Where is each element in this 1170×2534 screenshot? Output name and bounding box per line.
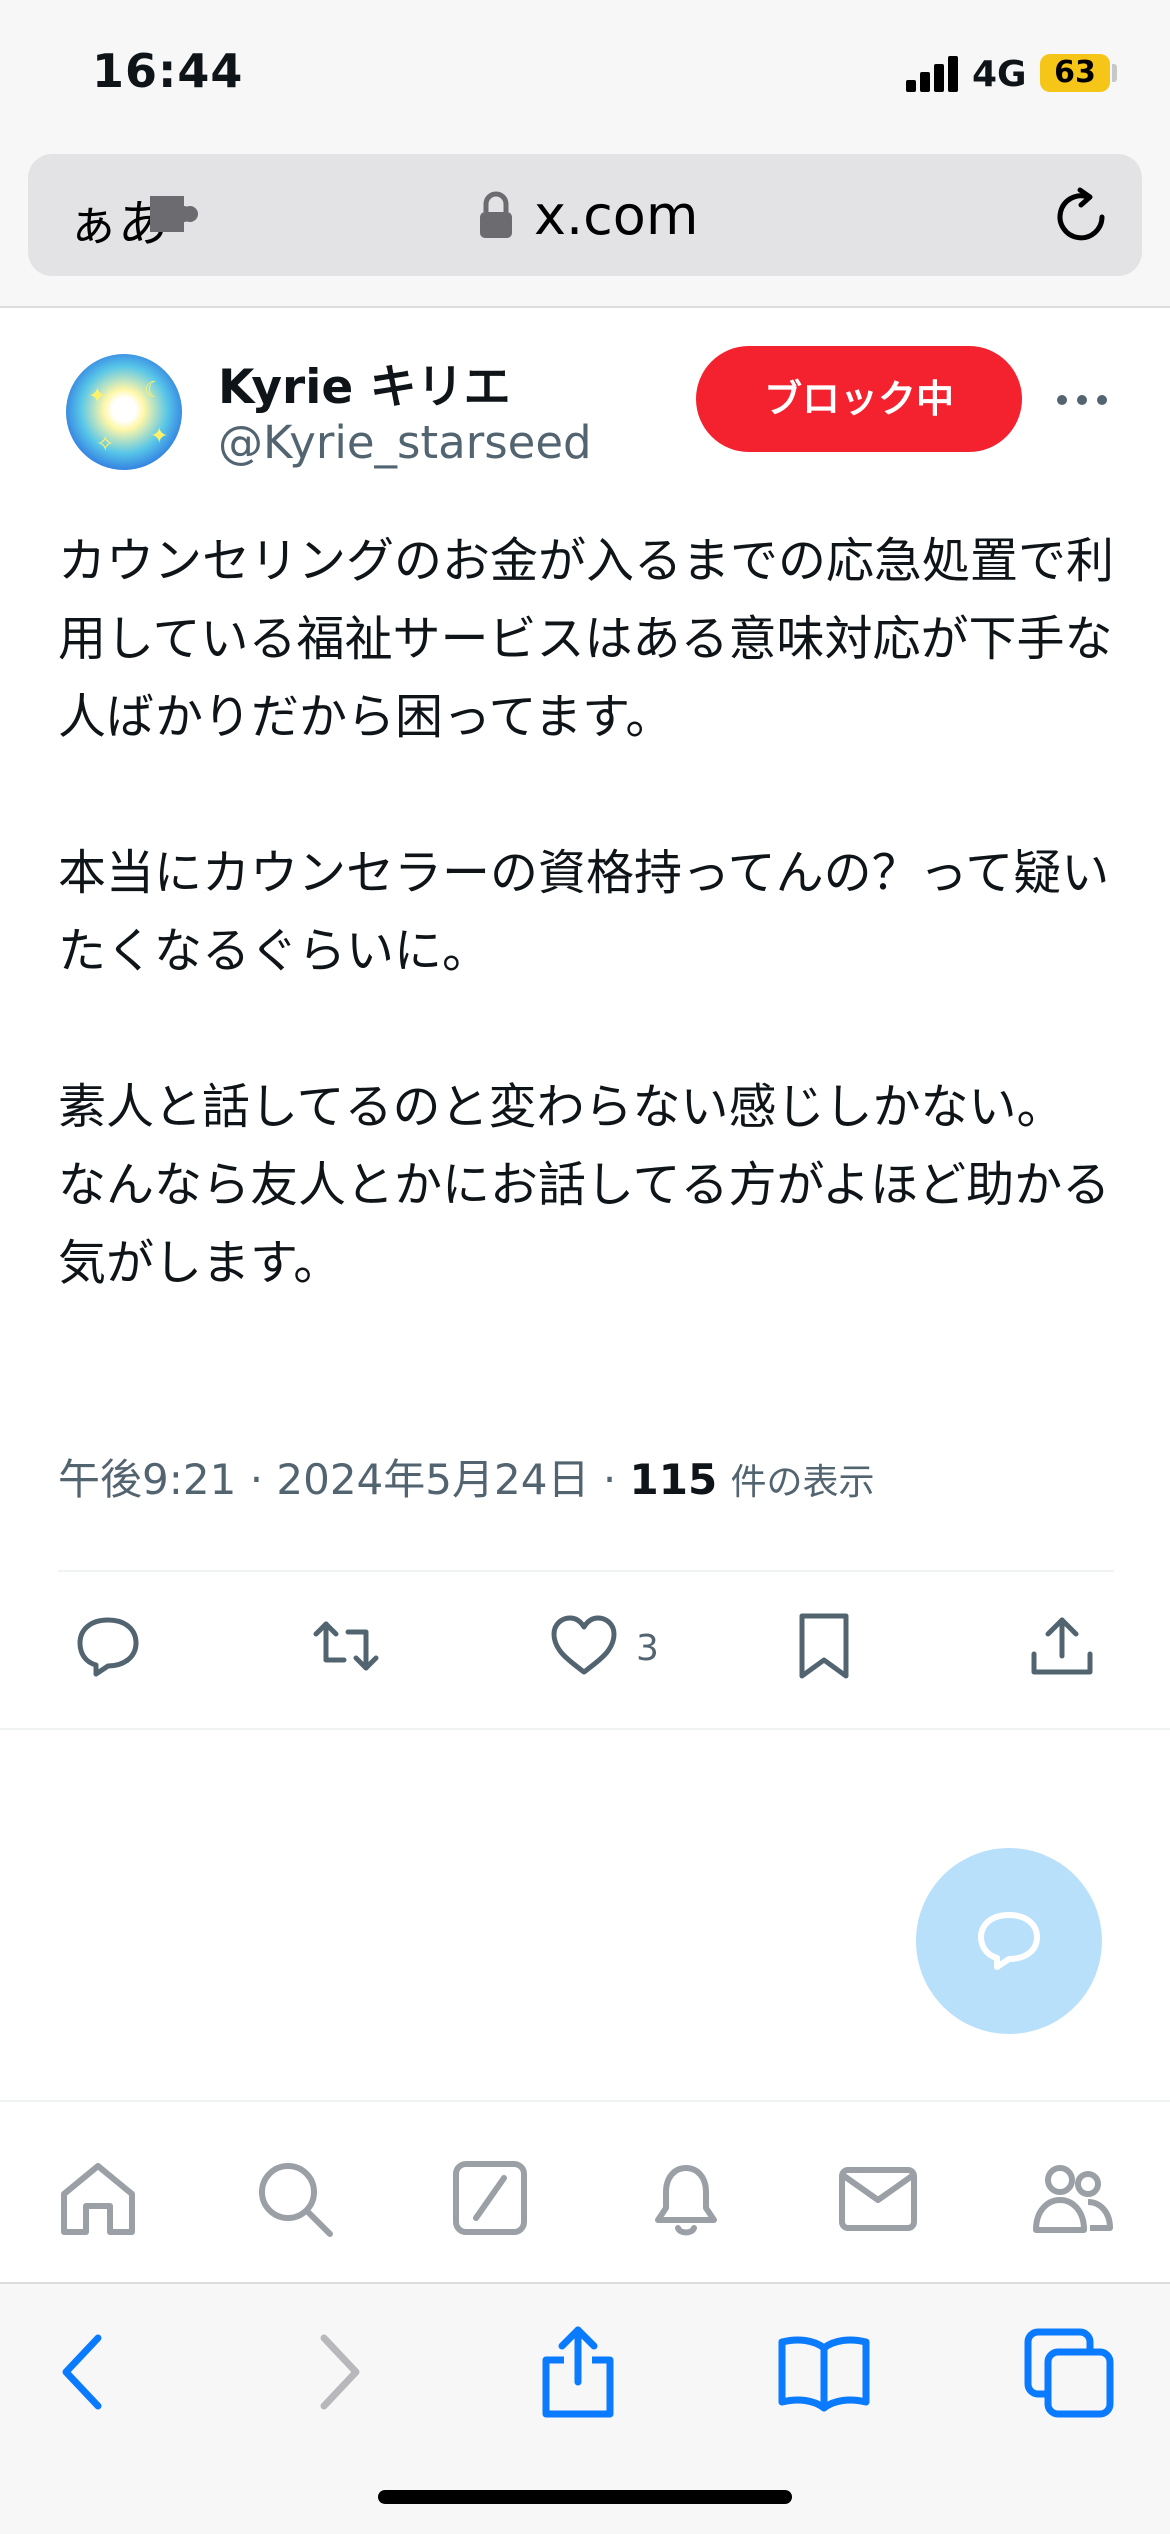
compose-reply-icon [978,1912,1040,1970]
avatar[interactable]: ☾ ✦ ✦ ✧ [66,354,182,470]
retweet-icon[interactable] [310,1610,382,1682]
tweet-action-bar: 3 [0,1606,1170,1696]
like-icon[interactable] [548,1610,620,1682]
browser-address-area: ぁあ x.com [0,150,1170,308]
tweet-date[interactable]: 2024年5月24日 [276,1455,589,1504]
tweet-meta: 午後9:21 · 2024年5月24日 · 115 件の表示 [58,1446,875,1507]
messages-icon[interactable] [836,2156,920,2240]
battery-level: 63 [1054,55,1096,90]
notifications-icon[interactable] [644,2156,728,2240]
reply-icon[interactable] [72,1610,144,1682]
display-name[interactable]: Kyrie キリエ [218,348,511,417]
tweet-text: カウンセリングのお金が入るまでの応急処置で利用している福祉サービスはある意味対応… [58,522,1118,1302]
address-bar[interactable]: ぁあ x.com [28,154,1142,276]
bookmarks-icon[interactable] [776,2324,872,2420]
divider [58,1570,1114,1572]
tweet-paragraph-2: 本当にカウンセラーの資格持ってんの？って疑いたくなるぐらいに。 [58,845,1110,979]
network-type: 4G [972,54,1027,95]
forward-icon[interactable] [290,2324,386,2420]
divider [0,1728,1170,1730]
share-icon[interactable] [530,2324,626,2420]
tweet-paragraph-3-line-2: なんなら友人とかにお話してる方がよほど助かる気がします。 [58,1157,1111,1291]
meta-separator: · [249,1455,277,1504]
lock-icon [480,191,512,238]
more-options-icon[interactable] [1054,386,1110,414]
views-label: 件の表示 [730,1462,875,1503]
extension-icon[interactable] [146,192,206,236]
home-icon[interactable] [56,2156,140,2240]
tabs-icon[interactable] [1022,2324,1118,2420]
search-icon[interactable] [252,2156,336,2240]
reply-fab[interactable] [916,1848,1102,2034]
communities-icon[interactable] [1030,2156,1114,2240]
tweet-time[interactable]: 午後9:21 [58,1455,236,1504]
battery-tip [1112,64,1117,82]
tweet-paragraph-3-line-1: 素人と話してるのと変わらない感じしかない。 [58,1079,1065,1135]
like-count: 3 [636,1628,659,1669]
blocked-button[interactable]: ブロック中 [696,346,1022,452]
reload-icon[interactable] [1050,186,1112,248]
grok-icon[interactable] [448,2156,532,2240]
cellular-signal-icon [906,54,960,92]
bookmark-icon[interactable] [788,1610,860,1682]
tweet-paragraph-1: カウンセリングのお金が入るまでの応急処置で利用している福祉サービスはある意味対応… [58,533,1115,745]
home-indicator[interactable] [378,2490,792,2504]
meta-separator: · [602,1455,630,1504]
user-handle[interactable]: @Kyrie_starseed [218,416,592,469]
status-bar: 16:44 4G 63 [0,0,1170,150]
share-icon[interactable] [1026,1610,1098,1682]
views-count: 115 [629,1455,718,1504]
status-time: 16:44 [92,44,244,98]
battery-icon: 63 [1040,54,1110,92]
x-bottom-nav [0,2100,1170,2284]
back-icon[interactable] [36,2324,132,2420]
url-text[interactable]: x.com [534,184,698,247]
